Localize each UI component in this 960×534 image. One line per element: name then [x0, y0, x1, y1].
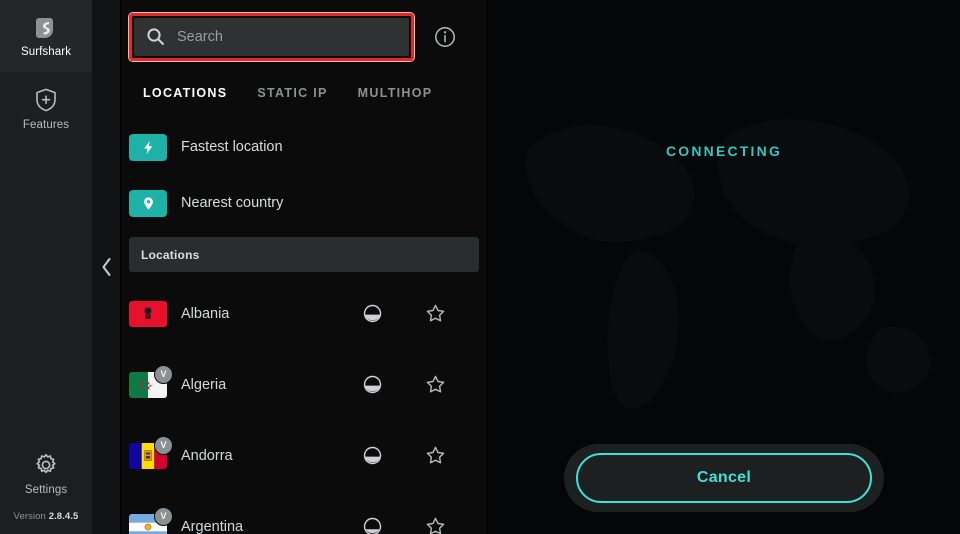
- locations-section-header: Locations: [129, 237, 479, 272]
- server-load-icon[interactable]: [363, 375, 382, 394]
- table-row[interactable]: V Algeria: [121, 349, 487, 420]
- flag-andorra: V: [129, 435, 173, 469]
- flag-algeria: V: [129, 364, 173, 398]
- quick-connect-nearest-country-label: Nearest country: [181, 195, 284, 211]
- version-prefix: Version: [13, 511, 49, 522]
- version-label: Version 2.8.4.5: [14, 511, 79, 534]
- surfshark-app-window: Surfshark Features Settings Version 2.8.…: [0, 0, 960, 534]
- server-load-icon[interactable]: [363, 304, 382, 323]
- search-input[interactable]: [177, 28, 397, 45]
- version-number: 2.8.4.5: [48, 511, 79, 522]
- search-field-container[interactable]: [134, 17, 409, 56]
- star-outline-icon[interactable]: [425, 374, 446, 395]
- shield-plus-icon: [33, 87, 59, 113]
- country-name: Argentina: [181, 518, 244, 534]
- sidebar-item-settings[interactable]: Settings: [0, 437, 92, 511]
- flag-albania: [129, 300, 167, 327]
- sidebar-item-features-label: Features: [22, 119, 70, 131]
- table-row[interactable]: V Andorra: [121, 420, 487, 491]
- table-row[interactable]: V Argentina: [121, 491, 487, 534]
- country-list[interactable]: Albania V Algeria V Andorra V Argentina: [121, 272, 487, 534]
- sidebar-brand-label: Surfshark: [20, 45, 72, 58]
- sidebar-brand[interactable]: Surfshark: [0, 0, 92, 72]
- star-outline-icon[interactable]: [425, 303, 446, 324]
- sidebar-bottom: Settings Version 2.8.4.5: [0, 437, 92, 534]
- country-name: Albania: [181, 305, 230, 322]
- virtual-location-badge: V: [154, 364, 173, 384]
- quick-connect-list: Fastest location Nearest country: [121, 113, 487, 231]
- locations-section-header-label: Locations: [141, 247, 200, 262]
- star-outline-icon[interactable]: [425, 516, 446, 534]
- country-name: Andorra: [181, 447, 233, 464]
- tab-multihop[interactable]: MULTIHOP: [358, 82, 433, 104]
- flag-argentina: V: [129, 506, 173, 534]
- server-load-icon[interactable]: [363, 446, 382, 465]
- sidebar-item-features[interactable]: Features: [0, 72, 92, 146]
- table-row[interactable]: Albania: [121, 278, 487, 349]
- sidebar: Surfshark Features Settings Version 2.8.…: [0, 0, 92, 534]
- search-icon: [146, 27, 165, 46]
- lightning-bolt-icon: [129, 133, 167, 161]
- country-name: Algeria: [181, 376, 227, 393]
- server-load-icon[interactable]: [363, 517, 382, 534]
- quick-connect-fastest-location[interactable]: Fastest location: [121, 119, 487, 175]
- gear-icon: [33, 452, 59, 478]
- sidebar-collapse-strip[interactable]: [92, 0, 121, 534]
- surfshark-logo-icon: [33, 15, 59, 41]
- cancel-button[interactable]: Cancel: [576, 453, 872, 503]
- virtual-location-badge: V: [154, 506, 173, 526]
- sidebar-item-settings-label: Settings: [24, 484, 68, 496]
- tab-static-ip[interactable]: STATIC IP: [257, 82, 327, 104]
- chevron-left-icon[interactable]: [100, 256, 113, 278]
- panel-tabs: LOCATIONS STATIC IP MULTIHOP: [121, 73, 487, 113]
- connection-panel: CONNECTING Cancel: [488, 0, 960, 534]
- tab-locations[interactable]: LOCATIONS: [143, 82, 227, 104]
- quick-connect-fastest-location-label: Fastest location: [181, 139, 283, 155]
- locations-panel: LOCATIONS STATIC IP MULTIHOP Fastest loc…: [121, 0, 488, 534]
- search-row: [121, 0, 487, 73]
- quick-connect-nearest-country[interactable]: Nearest country: [121, 175, 487, 231]
- flag-icon: [129, 300, 167, 327]
- cancel-button-container: Cancel: [564, 444, 884, 512]
- virtual-location-badge: V: [154, 435, 173, 455]
- connection-status: CONNECTING: [665, 143, 783, 159]
- search-highlight-box: [129, 12, 414, 61]
- info-circle-icon[interactable]: [434, 26, 456, 48]
- star-outline-icon[interactable]: [425, 445, 446, 466]
- map-pin-icon: [129, 189, 167, 217]
